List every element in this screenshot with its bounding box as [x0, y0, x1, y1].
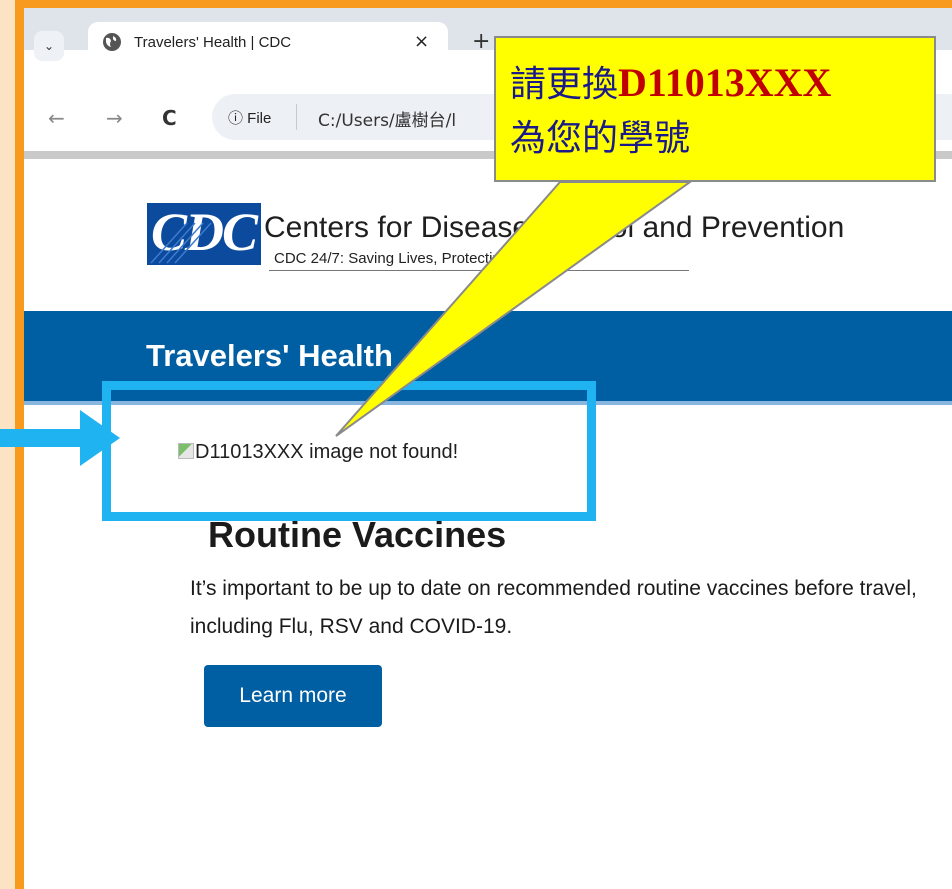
callout-prefix: 請更換 — [510, 64, 619, 105]
callout-line2: 為您的學號 — [510, 118, 691, 159]
callout-code: D11013XXX — [618, 60, 832, 105]
callout-note: 請更換D11013XXX 為您的學號 — [494, 36, 936, 182]
